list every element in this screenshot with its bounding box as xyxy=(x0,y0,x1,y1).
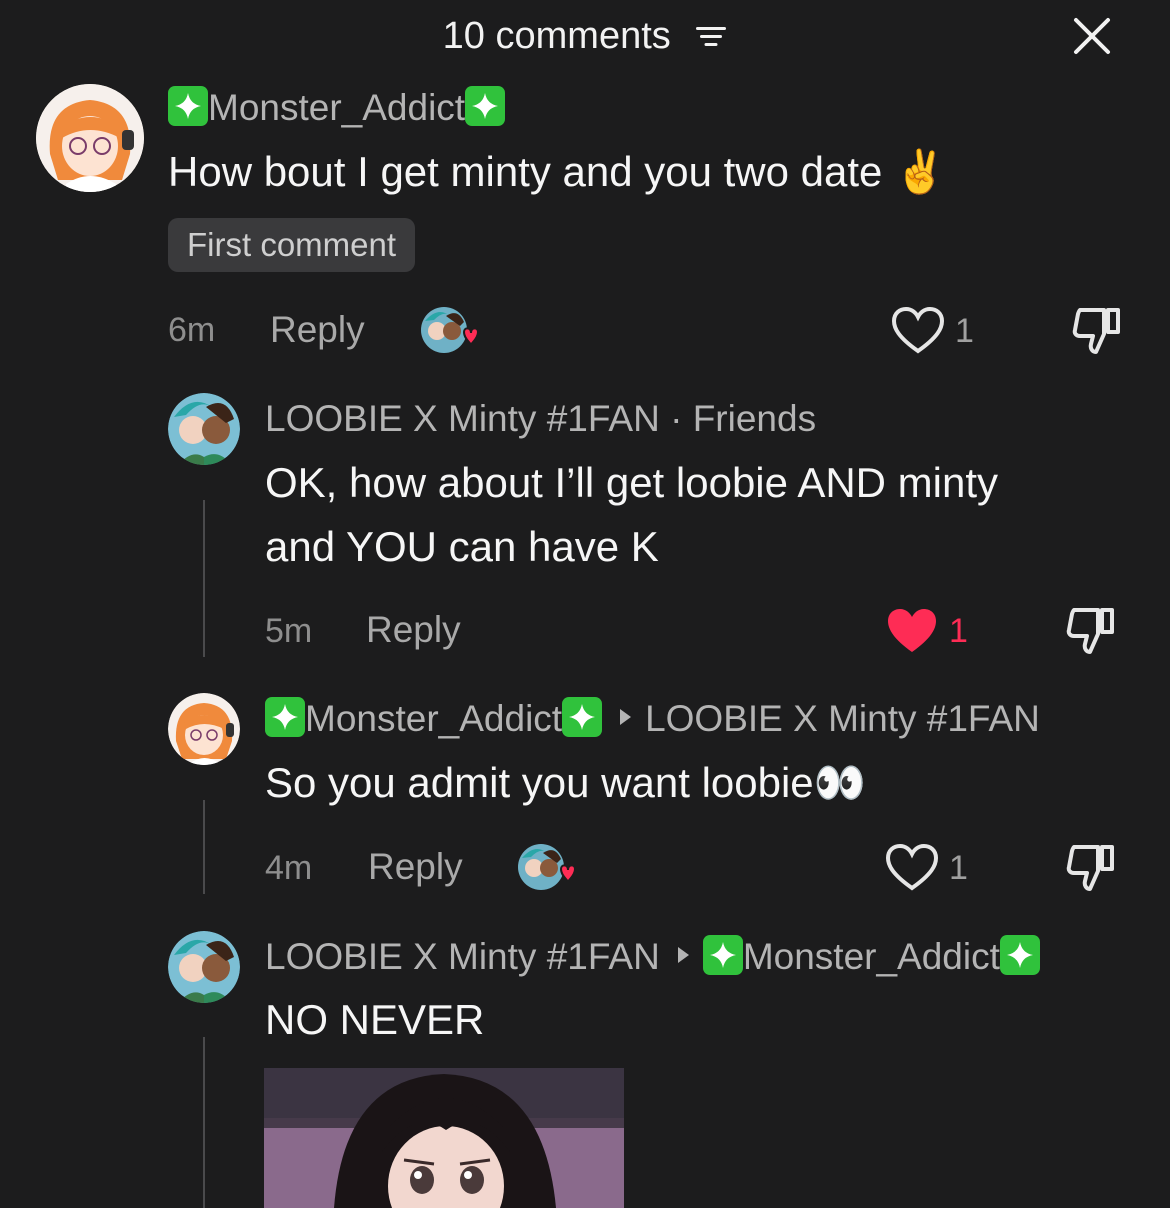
heart-outline-icon[interactable] xyxy=(886,843,938,893)
relation-label: · Friends xyxy=(670,398,817,439)
avatar[interactable] xyxy=(168,393,240,465)
comment-author-row: LOOBIE X Minty #1FAN · Friends xyxy=(265,398,816,440)
victory-hand-emoji: ✌️ xyxy=(894,148,947,195)
comment-text: NO NEVER xyxy=(265,996,485,1043)
author-name[interactable]: LOOBIE X Minty #1FAN xyxy=(265,936,660,977)
dislike-icon[interactable] xyxy=(1070,304,1124,358)
author-name[interactable]: Monster_Addict xyxy=(305,698,562,739)
comment-text: So you admit you want loobie👀 xyxy=(265,751,866,815)
comment-text: OK, how about I’ll get loobie AND minty … xyxy=(265,451,998,579)
reply-arrow-icon xyxy=(677,947,689,963)
dislike-icon[interactable] xyxy=(1064,604,1118,658)
comment-text: How bout I get minty and you two date ✌️ xyxy=(168,140,946,204)
comment-time: 5m xyxy=(265,612,313,650)
reply-arrow-icon xyxy=(620,709,632,725)
reply-to-name[interactable]: LOOBIE X Minty #1FAN xyxy=(645,698,1040,739)
like-count: 1 xyxy=(955,312,974,350)
comment-time: 4m xyxy=(265,849,313,887)
comments-count-title: 10 comments xyxy=(442,15,671,58)
comment-body: How bout I get minty and you two date xyxy=(168,148,883,195)
comment-image[interactable] xyxy=(264,1068,624,1208)
thread-line xyxy=(203,1037,205,1208)
comment-author[interactable]: Monster_Addict xyxy=(168,86,506,129)
sparkle-icon xyxy=(168,86,208,126)
heart-outline-icon[interactable] xyxy=(892,306,944,356)
reply-button[interactable]: Reply xyxy=(270,309,365,351)
reply-button[interactable]: Reply xyxy=(368,846,463,888)
thread-line xyxy=(203,800,205,894)
creator-liked-avatar xyxy=(517,843,577,895)
comment-body-line: and YOU can have K xyxy=(265,523,659,570)
creator-liked-avatar xyxy=(420,306,480,358)
heart-filled-icon[interactable] xyxy=(886,606,938,656)
comment-body: So you admit you want loobie xyxy=(265,759,814,806)
like-count: 1 xyxy=(949,849,968,887)
avatar[interactable] xyxy=(168,931,240,1003)
sparkle-icon xyxy=(999,935,1040,975)
reply-to-name[interactable]: Monster_Addict xyxy=(743,936,1000,977)
sparkle-icon xyxy=(562,697,603,737)
comment-body-line: OK, how about I’ll get loobie AND minty xyxy=(265,459,999,506)
avatar[interactable] xyxy=(36,84,144,192)
comment-author-row: Monster_Addict LOOBIE X Minty #1FAN xyxy=(265,697,1040,740)
comment-time: 6m xyxy=(168,311,216,349)
thread-line xyxy=(203,500,205,657)
author-name: Monster_Addict xyxy=(208,87,466,128)
avatar[interactable] xyxy=(168,693,240,765)
close-icon[interactable] xyxy=(1068,12,1116,60)
like-count: 1 xyxy=(949,612,968,650)
author-name[interactable]: LOOBIE X Minty #1FAN xyxy=(265,398,660,439)
comments-header: 10 comments xyxy=(0,14,1170,58)
eyes-emoji: 👀 xyxy=(813,759,866,806)
sparkle-icon xyxy=(265,697,305,737)
sparkle-icon xyxy=(465,86,506,126)
first-comment-badge: First comment xyxy=(168,218,416,272)
comment-author-row: LOOBIE X Minty #1FAN Monster_Addict xyxy=(265,935,1040,978)
sparkle-icon xyxy=(702,935,743,975)
reply-button[interactable]: Reply xyxy=(366,609,461,651)
sort-icon[interactable] xyxy=(695,24,727,50)
dislike-icon[interactable] xyxy=(1064,841,1118,895)
